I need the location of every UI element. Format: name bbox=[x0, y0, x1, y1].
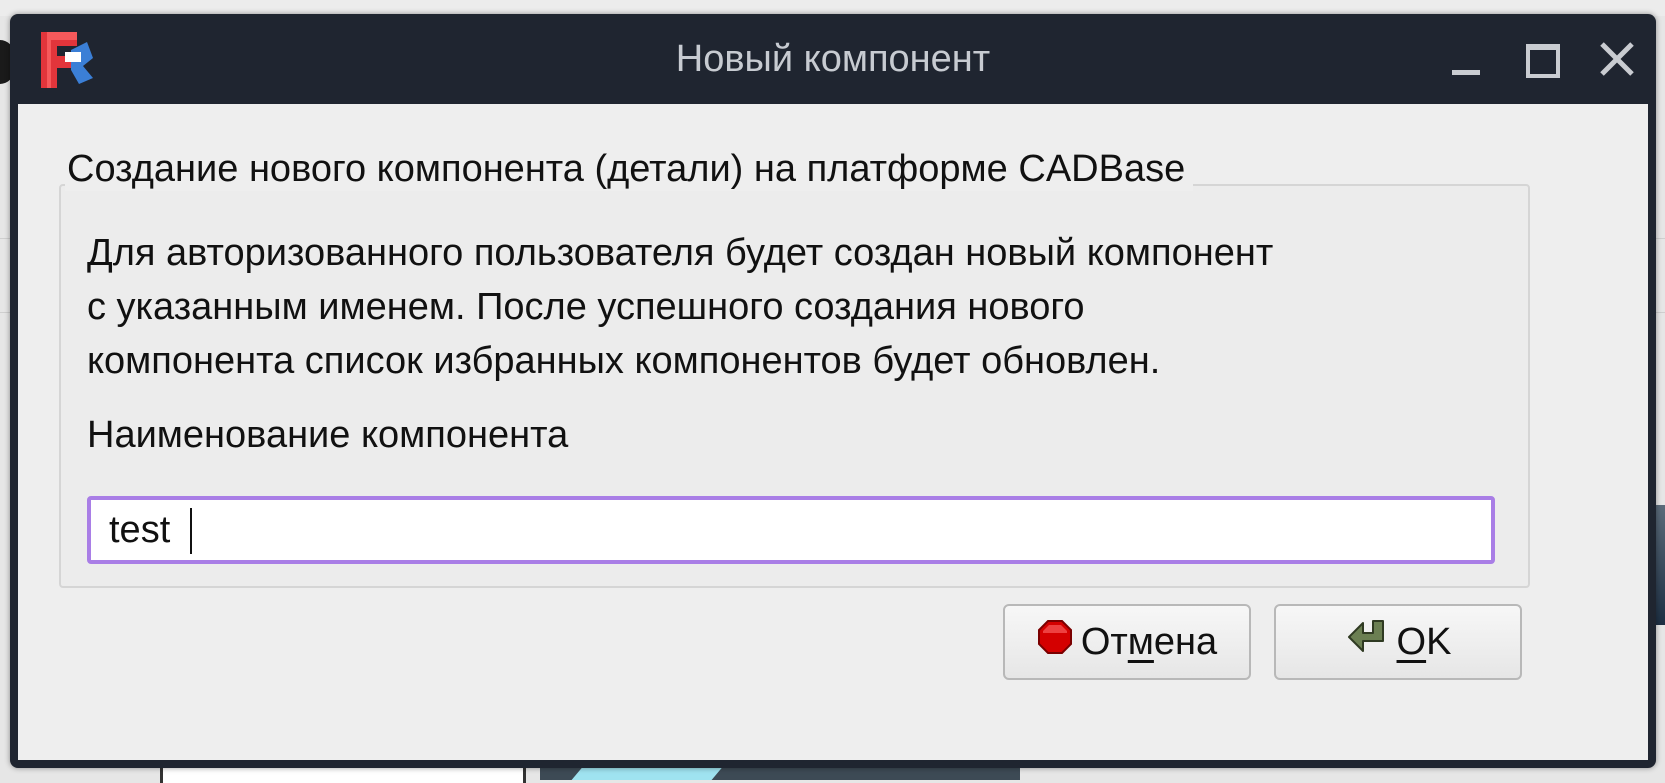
cancel-label-mnemonic: м bbox=[1127, 620, 1154, 663]
close-icon[interactable] bbox=[1596, 38, 1638, 80]
maximize-icon[interactable] bbox=[1522, 38, 1564, 80]
stop-icon bbox=[1037, 619, 1073, 665]
description-text: Для авторизованного пользователя будет с… bbox=[87, 232, 1274, 382]
ok-label-post: K bbox=[1426, 620, 1452, 663]
component-name-label: Наименование компонента bbox=[87, 414, 569, 456]
cancel-label-post: ена bbox=[1153, 620, 1218, 663]
component-name-input[interactable] bbox=[87, 496, 1495, 564]
text-cursor bbox=[190, 508, 192, 554]
title-bar[interactable]: Новый компонент bbox=[10, 14, 1656, 104]
cancel-button[interactable]: От м ена bbox=[1003, 604, 1251, 680]
dialog-title: Новый компонент bbox=[675, 38, 991, 80]
new-component-dialog: Новый компонент Создание нового компонен… bbox=[10, 14, 1656, 768]
ok-label-mnemonic: O bbox=[1396, 620, 1427, 663]
group-title: Создание нового компонента (детали) на п… bbox=[65, 148, 1194, 191]
dialog-body: Создание нового компонента (детали) на п… bbox=[18, 104, 1648, 760]
cancel-label-pre: От bbox=[1080, 620, 1128, 663]
minimize-icon[interactable] bbox=[1446, 38, 1488, 80]
enter-arrow-icon bbox=[1345, 617, 1389, 667]
ok-button[interactable]: OK bbox=[1274, 604, 1522, 680]
